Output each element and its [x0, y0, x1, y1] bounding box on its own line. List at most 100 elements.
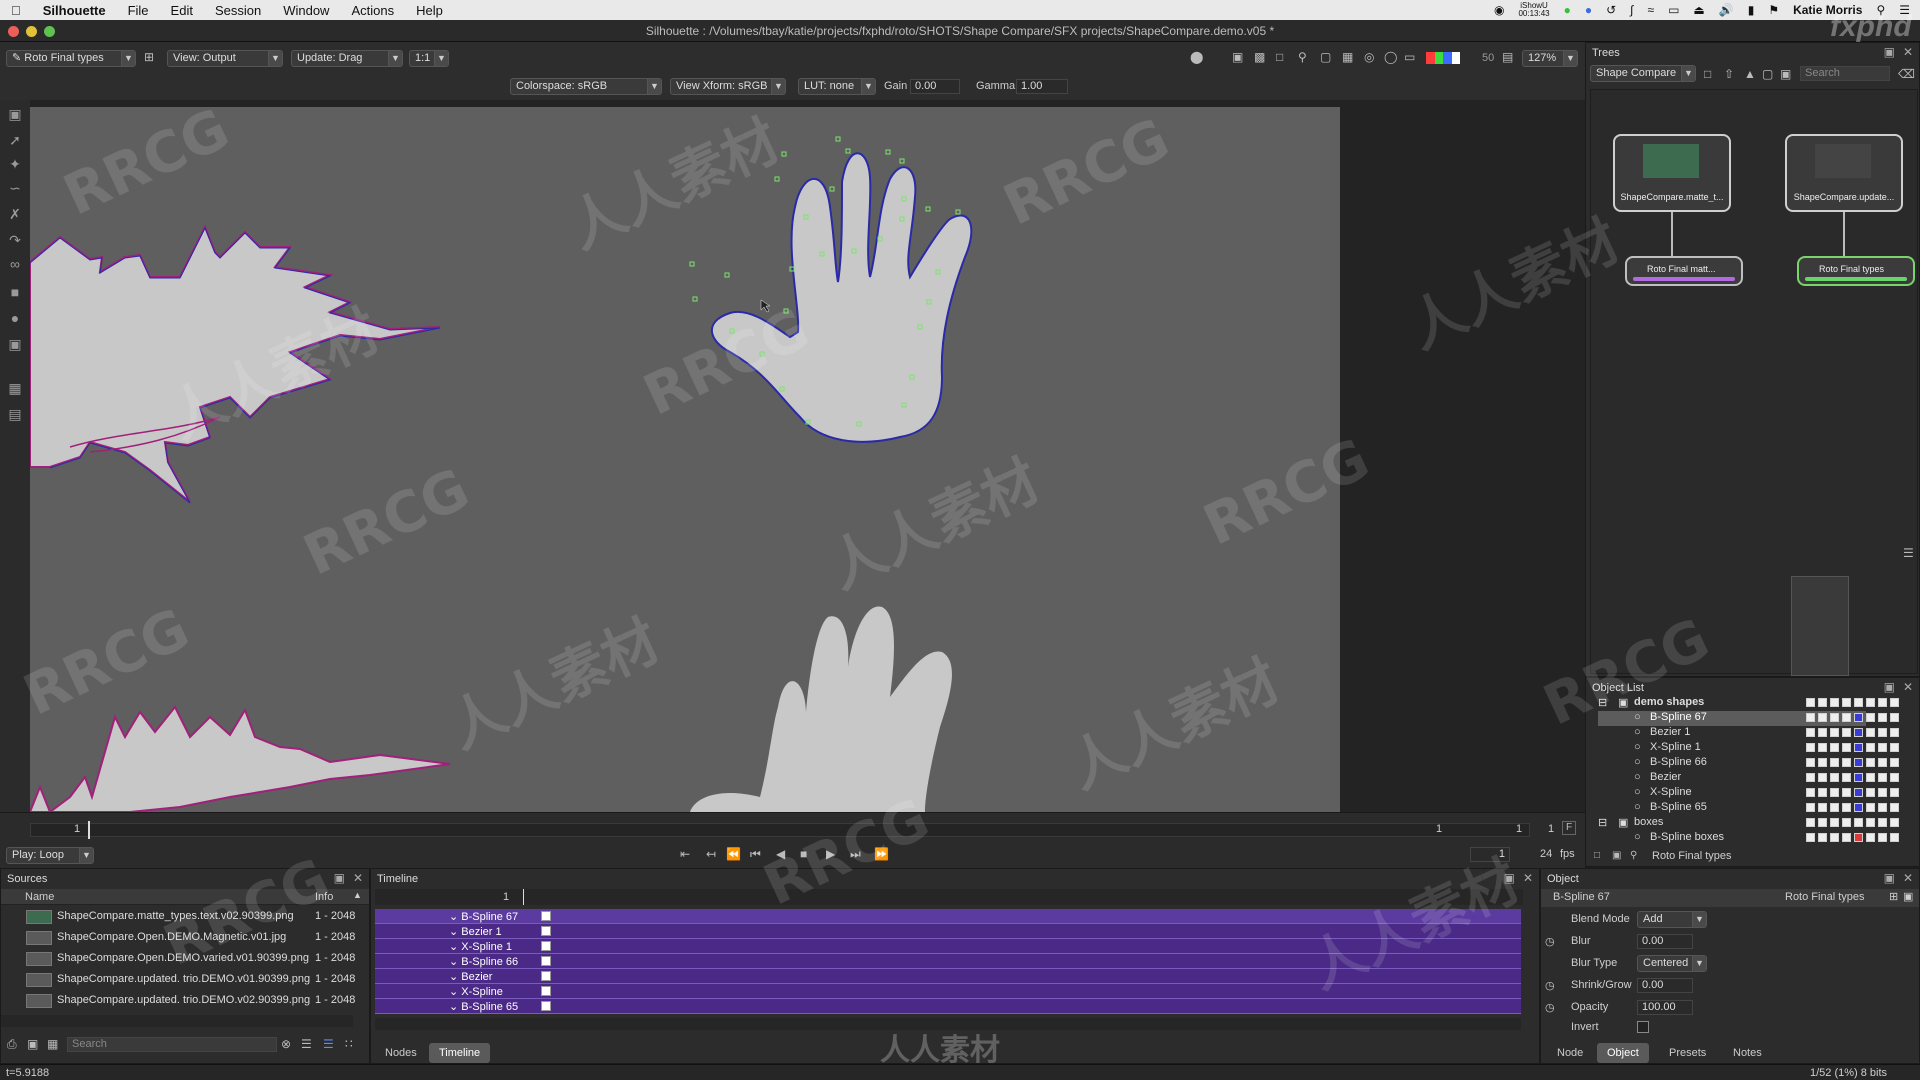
- tab-timeline[interactable]: Timeline: [429, 1043, 491, 1063]
- sources-hscrollbar[interactable]: [1, 1015, 353, 1027]
- bluetooth-icon[interactable]: ∫: [1630, 3, 1633, 17]
- object-row-toggles[interactable]: [1806, 818, 1899, 827]
- eye-icon[interactable]: ◉: [1494, 3, 1504, 17]
- panel-float-icon[interactable]: ▣: [1884, 680, 1895, 694]
- frame-icon[interactable]: □: [1276, 50, 1283, 64]
- track-checkbox[interactable]: [541, 956, 551, 966]
- source-row[interactable]: ShapeCompare.Open.DEMO.Magnetic.v01.jpg 1…: [1, 928, 371, 949]
- menu-help[interactable]: Help: [405, 3, 454, 18]
- blue-channel-swatch[interactable]: [1443, 52, 1452, 64]
- node-search-input[interactable]: Search: [1800, 66, 1890, 81]
- go-to-start-icon[interactable]: ⇤: [680, 847, 690, 861]
- object-radio-icon[interactable]: ○: [1634, 756, 1641, 768]
- object-row-toggles[interactable]: [1806, 773, 1899, 782]
- object-radio-icon[interactable]: ○: [1634, 711, 1641, 723]
- step-forward-icon[interactable]: ⏭: [850, 847, 861, 862]
- bezier-tool-icon[interactable]: ↷: [7, 232, 23, 248]
- view-xform-select[interactable]: View Xform: sRGB ▼: [670, 78, 786, 95]
- scroll-up-icon[interactable]: ▲: [353, 890, 362, 900]
- play-mode-select[interactable]: Play: Loop ▼: [6, 847, 94, 864]
- object-group-row[interactable]: ⊟ ▣ boxes: [1598, 816, 1899, 831]
- roto-node-final-types[interactable]: Roto Final types: [1797, 256, 1915, 286]
- new-tree-icon[interactable]: □: [1704, 67, 1711, 81]
- column-info-header[interactable]: Info: [315, 891, 333, 903]
- overlay-tool-icon[interactable]: ▤: [7, 406, 23, 422]
- object-row-toggles[interactable]: [1806, 788, 1899, 797]
- graph-navigator[interactable]: [1791, 576, 1849, 676]
- lock-icon[interactable]: ▣: [1612, 850, 1621, 861]
- tree-select[interactable]: Shape Compare ▼: [1590, 65, 1696, 82]
- add-icon[interactable]: ⊞: [144, 50, 154, 64]
- reshape-tool-icon[interactable]: ✦: [7, 156, 23, 172]
- opacity-field[interactable]: 100.00: [1637, 1000, 1693, 1015]
- go-to-end-icon[interactable]: ⏩: [874, 847, 889, 861]
- shrink-grow-field[interactable]: 0.00: [1637, 978, 1693, 993]
- tag-icon[interactable]: ▣: [27, 1037, 38, 1051]
- in-frame-value[interactable]: 1: [1436, 823, 1442, 835]
- tab-presets[interactable]: Presets: [1659, 1043, 1716, 1063]
- object-row[interactable]: ○ Bezier 1: [1598, 726, 1899, 741]
- frame-value[interactable]: 50: [1482, 52, 1494, 64]
- detail-view-icon[interactable]: ☰: [323, 1037, 334, 1051]
- object-row-selected[interactable]: ○ B-Spline 67: [1598, 711, 1899, 726]
- layer-tool-icon[interactable]: ▦: [7, 380, 23, 396]
- timeline-track[interactable]: ⌄ B-Spline 66: [375, 954, 1521, 969]
- source-row[interactable]: ShapeCompare.updated. trio.DEMO.v01.9039…: [1, 970, 371, 991]
- panel-float-icon[interactable]: ▣: [1884, 871, 1895, 885]
- eject-icon[interactable]: ⏏: [1693, 3, 1704, 17]
- export-icon[interactable]: ⇧: [1724, 67, 1734, 81]
- graph-menu-icon[interactable]: ☰: [1903, 546, 1914, 560]
- time-machine-icon[interactable]: ↺: [1606, 3, 1616, 17]
- view-select[interactable]: View: Output ▼: [167, 50, 283, 67]
- track-checkbox[interactable]: [541, 986, 551, 996]
- play-reverse-icon[interactable]: ◀: [776, 847, 785, 861]
- gamma-field[interactable]: 1.00: [1016, 79, 1068, 94]
- hand-shape-bottom[interactable]: [690, 606, 952, 812]
- panel-float-icon[interactable]: ▣: [334, 871, 345, 885]
- fern-shape-bottom[interactable]: [30, 705, 451, 812]
- tab-node[interactable]: Node: [1547, 1043, 1593, 1063]
- mask-icon[interactable]: ◯: [1384, 50, 1397, 64]
- viewer-shapes[interactable]: [30, 107, 1340, 812]
- red-channel-swatch[interactable]: [1426, 52, 1435, 64]
- lut-select[interactable]: LUT: none ▼: [798, 78, 876, 95]
- roto-node-final-matte[interactable]: Roto Final matt...: [1625, 256, 1743, 286]
- collapse-icon[interactable]: ⊟: [1598, 816, 1607, 829]
- gain-field[interactable]: 0.00: [910, 79, 960, 94]
- blend-mode-select[interactable]: Add ▼: [1637, 911, 1707, 928]
- ratio-select[interactable]: 1:1 ▼: [409, 50, 449, 67]
- import-icon[interactable]: ⎙: [7, 1037, 17, 1052]
- source-row[interactable]: ShapeCompare.updated. trio.DEMO.v02.9039…: [1, 991, 371, 1012]
- tracker-tool-icon[interactable]: ▣: [7, 336, 23, 352]
- ellipse-tool-icon[interactable]: ●: [7, 310, 23, 326]
- lock-icon[interactable]: ▣: [1903, 890, 1913, 903]
- menu-edit[interactable]: Edit: [160, 3, 204, 18]
- keyframe-icon[interactable]: ◷: [1545, 935, 1555, 948]
- xspline-tool-icon[interactable]: ✗: [7, 206, 23, 222]
- monitor-icon[interactable]: ▩: [1254, 50, 1265, 64]
- panel-close-icon[interactable]: ✕: [1903, 871, 1913, 885]
- collapse-icon[interactable]: ⊟: [1598, 696, 1607, 709]
- object-radio-icon[interactable]: ○: [1634, 831, 1641, 843]
- menu-session[interactable]: Session: [204, 3, 272, 18]
- ishowu-status[interactable]: iShowU 00:13:43: [1518, 2, 1549, 18]
- object-row-toggles[interactable]: [1806, 803, 1899, 812]
- tab-nodes[interactable]: Nodes: [375, 1043, 427, 1063]
- object-group-row[interactable]: ⊟ ▣ demo shapes: [1598, 696, 1899, 711]
- panel-float-icon[interactable]: ▣: [1884, 45, 1895, 59]
- playhead[interactable]: [88, 821, 90, 839]
- column-name-header[interactable]: Name: [25, 891, 54, 903]
- panel-close-icon[interactable]: ✕: [353, 871, 363, 885]
- track-checkbox[interactable]: [541, 941, 551, 951]
- folder-icon[interactable]: ▢: [1762, 67, 1773, 81]
- timeline-track[interactable]: ⌄ B-Spline 65: [375, 999, 1521, 1014]
- clear-search-icon[interactable]: ⊗: [281, 1037, 291, 1051]
- zoom-icon[interactable]: ⚲: [1298, 50, 1307, 64]
- tab-notes[interactable]: Notes: [1723, 1043, 1772, 1063]
- panel-close-icon[interactable]: ✕: [1523, 871, 1533, 885]
- save-icon[interactable]: ▣: [1780, 67, 1791, 81]
- bspline-tool-icon[interactable]: ∽: [7, 180, 23, 196]
- sources-search-input[interactable]: Search: [67, 1037, 277, 1052]
- blur-field[interactable]: 0.00: [1637, 934, 1693, 949]
- rectangle-tool-icon[interactable]: ■: [7, 284, 23, 300]
